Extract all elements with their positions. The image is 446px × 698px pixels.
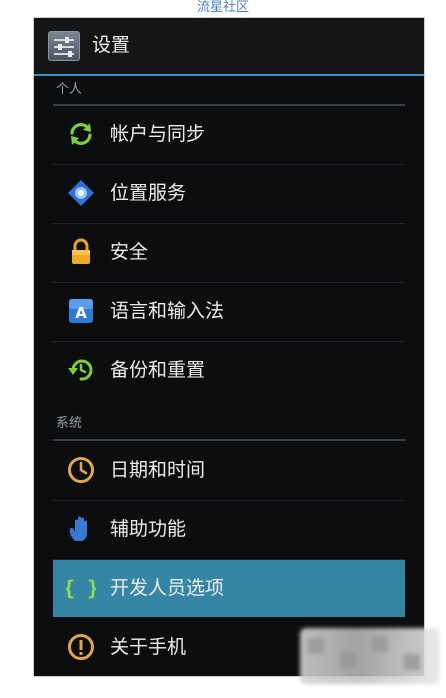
info-icon	[68, 634, 94, 660]
page-title: 设置	[92, 34, 131, 56]
section-header-personal: 个人	[56, 82, 83, 97]
section-divider	[53, 439, 405, 441]
settings-item-label: 备份和重置	[110, 359, 206, 381]
braces-icon: { }	[66, 576, 96, 600]
settings-item-date-time[interactable]: 日期和时间	[53, 442, 405, 499]
watermark-text: 流星社区	[196, 0, 249, 15]
settings-item-label: 位置服务	[110, 182, 187, 204]
section-header-system: 系统	[56, 416, 83, 431]
phone-screen: 设置 个人 帐户与同步 位置服务 安全 A 语言和输入法 备份和重置 系统 日期…	[33, 17, 425, 677]
settings-item-backup-reset[interactable]: 备份和重置	[53, 342, 405, 399]
blurred-overlay	[300, 628, 440, 684]
settings-item-developer-options[interactable]: { } 开发人员选项	[53, 560, 405, 617]
svg-text:{ }: { }	[66, 576, 96, 600]
settings-item-security[interactable]: 安全	[53, 224, 405, 281]
location-icon	[68, 180, 94, 206]
settings-item-accessibility[interactable]: 辅助功能	[53, 501, 405, 558]
lock-icon	[72, 238, 90, 264]
sync-icon	[70, 123, 92, 145]
settings-item-label: 语言和输入法	[110, 300, 225, 322]
settings-item-label: 辅助功能	[110, 518, 187, 540]
action-bar: 设置	[34, 18, 424, 76]
settings-item-label: 日期和时间	[110, 459, 206, 481]
svg-text:A: A	[75, 304, 87, 322]
settings-item-label: 开发人员选项	[110, 577, 225, 599]
settings-item-label: 安全	[110, 241, 149, 263]
backup-restore-icon	[68, 359, 93, 381]
language-icon: A	[69, 299, 93, 323]
page: 流星社区 设置 个人 帐户与同步 位置服务 安全 A 语言和输入法 备份和重置 …	[0, 0, 446, 698]
settings-sliders-icon[interactable]	[48, 31, 80, 61]
settings-item-language-input[interactable]: A 语言和输入法	[53, 283, 405, 340]
settings-item-accounts-sync[interactable]: 帐户与同步	[53, 106, 405, 163]
settings-item-location[interactable]: 位置服务	[53, 165, 405, 222]
hand-icon	[69, 516, 87, 541]
settings-item-label: 关于手机	[110, 636, 187, 658]
clock-icon	[68, 457, 94, 483]
settings-item-label: 帐户与同步	[110, 123, 206, 145]
